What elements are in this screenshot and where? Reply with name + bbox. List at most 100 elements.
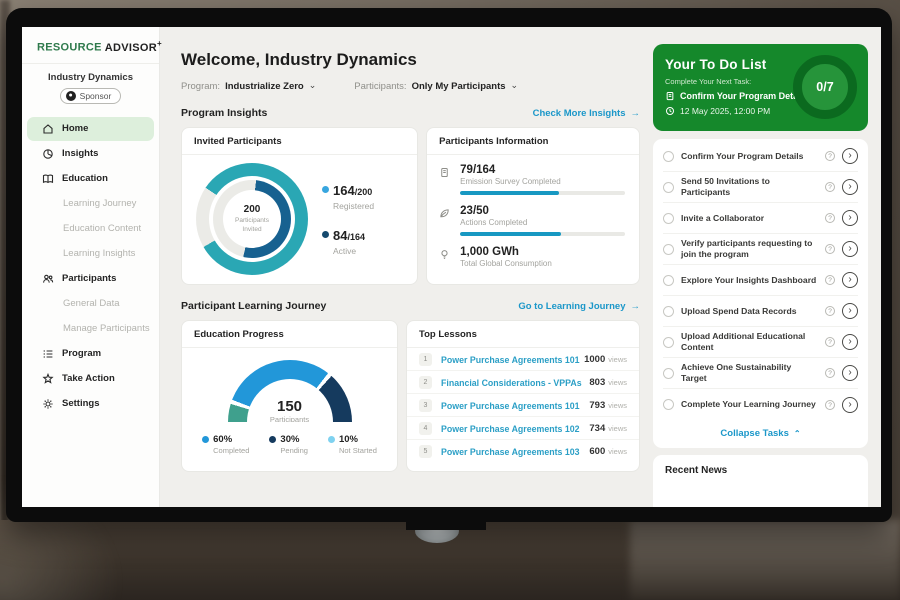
wall-panel <box>630 520 900 600</box>
help-icon[interactable]: ? <box>825 213 835 223</box>
task-checkbox[interactable] <box>663 244 674 255</box>
sidebar-item-participants[interactable]: Participants <box>27 267 154 291</box>
task-go-button[interactable]: › <box>842 179 858 195</box>
stat-value: 23/50 <box>460 205 625 217</box>
task-label[interactable]: Upload Spend Data Records <box>681 306 818 317</box>
task-checkbox[interactable] <box>663 213 674 224</box>
task-go-button[interactable]: › <box>842 241 858 257</box>
gauge-center-label: Participants <box>228 415 352 422</box>
bulb-icon <box>439 246 452 268</box>
task-go-button[interactable]: › <box>842 148 858 164</box>
task-checkbox[interactable] <box>663 337 674 348</box>
sidebar-item-label: Participants <box>62 273 116 284</box>
app-logo[interactable]: RESOURCEADVISOR+ <box>22 27 159 64</box>
lesson-link[interactable]: Financial Considerations - VPPAs <box>441 378 589 388</box>
task-label[interactable]: Explore Your Insights Dashboard <box>681 275 818 286</box>
lesson-rank: 1 <box>419 353 432 366</box>
task-label[interactable]: Confirm Your Program Details <box>681 151 818 162</box>
sponsor-label: Sponsor <box>80 91 112 101</box>
sidebar-item-learning-insights[interactable]: Learning Insights <box>27 242 154 266</box>
help-icon[interactable]: ? <box>825 400 835 410</box>
filters-row: Program: Industrialize Zero ⌄ Participan… <box>181 81 640 92</box>
lesson-link[interactable]: Power Purchase Agreements 103 <box>441 447 589 457</box>
sponsor-badge[interactable]: ● Sponsor <box>60 88 122 104</box>
task-go-button[interactable]: › <box>842 334 858 350</box>
legend-dot-not-started <box>328 436 335 443</box>
donut-legend: 164/200 Registered 84/164 Active <box>322 182 374 256</box>
task-label[interactable]: Send 50 Invitations to Participants <box>681 176 818 197</box>
card-title: Invited Participants <box>182 128 417 155</box>
invited-participants-card: Invited Participants 200 Participants In… <box>181 127 418 285</box>
task-label[interactable]: Complete Your Learning Journey <box>681 399 818 410</box>
section-title: Participant Learning Journey <box>181 300 326 312</box>
lesson-link[interactable]: Power Purchase Agreements 102 <box>441 424 589 434</box>
task-checkbox[interactable] <box>663 399 674 410</box>
lessons-list: 1 Power Purchase Agreements 101 1000 vie… <box>407 348 639 462</box>
task-label[interactable]: Achieve One Sustainability Target <box>681 362 818 383</box>
dashboard-screen: RESOURCEADVISOR+ Industry Dynamics ● Spo… <box>22 27 881 507</box>
lesson-rank: 3 <box>419 399 432 412</box>
program-dropdown[interactable]: Program: Industrialize Zero ⌄ <box>181 81 316 92</box>
task-checkbox[interactable] <box>663 275 674 286</box>
go-to-learning-journey-link[interactable]: Go to Learning Journey → <box>518 301 640 312</box>
task-label[interactable]: Verify participants requesting to join t… <box>681 238 818 259</box>
participants-dropdown[interactable]: Participants: Only My Participants ⌄ <box>354 81 518 92</box>
card-title: Education Progress <box>182 321 397 348</box>
sidebar-item-learning-journey[interactable]: Learning Journey <box>27 192 154 216</box>
sidebar-item-take-action[interactable]: Take Action <box>27 367 154 391</box>
tasks-card: Confirm Your Program Details ? › Send 50… <box>653 139 868 448</box>
stat-emission-survey: 79/164 Emission Survey Completed <box>439 164 625 195</box>
home-icon <box>42 123 54 135</box>
invited-donut-chart: 200 Participants Invited <box>196 163 308 275</box>
gear-icon <box>42 398 54 410</box>
lesson-link[interactable]: Power Purchase Agreements 101 <box>441 401 589 411</box>
help-icon[interactable]: ? <box>825 151 835 161</box>
task-go-button[interactable]: › <box>842 210 858 226</box>
help-icon[interactable]: ? <box>825 337 835 347</box>
sidebar-item-program[interactable]: Program <box>27 342 154 366</box>
task-go-button[interactable]: › <box>842 272 858 288</box>
help-icon[interactable]: ? <box>825 182 835 192</box>
lesson-rank: 5 <box>419 445 432 458</box>
sidebar-item-education-content[interactable]: Education Content <box>27 217 154 241</box>
task-go-button[interactable]: › <box>842 303 858 319</box>
collapse-tasks-link[interactable]: Collapse Tasks⌃ <box>663 420 858 444</box>
task-label[interactable]: Upload Additional Educational Content <box>681 331 818 352</box>
recent-news-title: Recent News <box>665 465 856 476</box>
sidebar-item-insights[interactable]: Insights <box>27 142 154 166</box>
task-checkbox[interactable] <box>663 182 674 193</box>
actions-progress-bar <box>460 232 625 236</box>
task-row: Invite a Collaborator ? › <box>663 203 858 234</box>
logo-resource: RESOURCE <box>37 42 102 54</box>
task-row: Upload Spend Data Records ? › <box>663 296 858 327</box>
help-icon[interactable]: ? <box>825 275 835 285</box>
task-row: Explore Your Insights Dashboard ? › <box>663 265 858 296</box>
sidebar-item-general-data[interactable]: General Data <box>27 292 154 316</box>
sidebar-item-label: Home <box>62 123 88 134</box>
help-icon[interactable]: ? <box>825 306 835 316</box>
sidebar-item-settings[interactable]: Settings <box>27 392 154 416</box>
task-label[interactable]: Invite a Collaborator <box>681 213 818 224</box>
education-gauge-chart: 150 Participants <box>228 360 352 422</box>
lesson-row: 4 Power Purchase Agreements 102 734 view… <box>407 417 639 440</box>
insights-cards-row: Invited Participants 200 Participants In… <box>181 127 640 285</box>
legend-not-started: 10% Not Started <box>328 434 377 455</box>
check-more-insights-link[interactable]: Check More Insights → <box>533 108 640 119</box>
sidebar-item-label: Education Content <box>63 223 141 234</box>
invited-body: 200 Participants Invited 164/200 Registe… <box>182 155 417 275</box>
task-checkbox[interactable] <box>663 306 674 317</box>
task-checkbox[interactable] <box>663 151 674 162</box>
help-icon[interactable]: ? <box>825 244 835 254</box>
task-go-button[interactable]: › <box>842 365 858 381</box>
task-go-button[interactable]: › <box>842 397 858 413</box>
lesson-row: 3 Power Purchase Agreements 101 793 view… <box>407 394 639 417</box>
task-row: Confirm Your Program Details ? › <box>663 141 858 172</box>
lesson-link[interactable]: Power Purchase Agreements 101 <box>441 355 584 365</box>
sidebar-item-education[interactable]: Education <box>27 167 154 191</box>
monitor-bezel: RESOURCEADVISOR+ Industry Dynamics ● Spo… <box>6 8 892 522</box>
task-checkbox[interactable] <box>663 368 674 379</box>
sidebar-item-manage-participants[interactable]: Manage Participants <box>27 317 154 341</box>
help-icon[interactable]: ? <box>825 368 835 378</box>
chevron-down-icon: ⌄ <box>309 80 317 91</box>
sidebar-item-home[interactable]: Home <box>27 117 154 141</box>
